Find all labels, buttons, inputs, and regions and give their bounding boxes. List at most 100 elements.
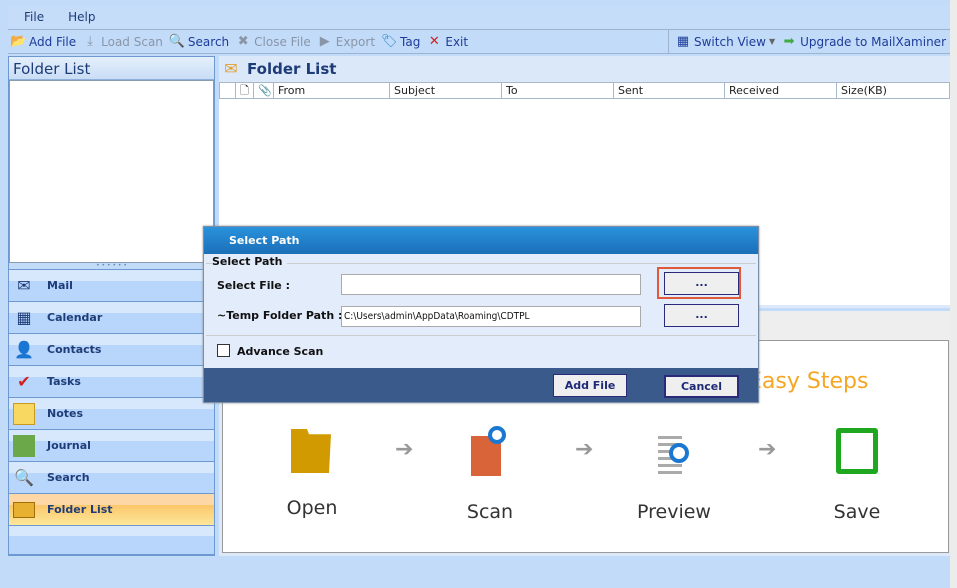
open-folder-icon: 📂: [10, 33, 27, 49]
save-disk-icon: [836, 428, 878, 474]
right-panel-header: ✉ Folder List: [219, 56, 950, 81]
advance-scan-label[interactable]: Advance Scan: [237, 345, 323, 358]
search-icon: 🔍: [14, 467, 34, 487]
checkbox-column[interactable]: [220, 83, 236, 98]
nav-empty: [9, 525, 214, 555]
close-file-button[interactable]: ✖ Close File: [235, 34, 311, 50]
select-path-dialog: Select Path Select Path Select File : ..…: [203, 226, 759, 403]
tag-icon: 🏷: [381, 33, 398, 49]
select-file-label: Select File :: [217, 279, 290, 292]
add-file-button[interactable]: 📂 Add File: [10, 34, 76, 50]
menu-bar: File Help: [8, 5, 950, 28]
nav-notes[interactable]: Notes: [9, 397, 214, 429]
col-received[interactable]: Received: [725, 83, 837, 98]
green-arrow-icon: ➡: [783, 33, 795, 49]
upgrade-label: Upgrade to MailXaminer: [800, 34, 946, 49]
step-save: Save: [833, 501, 881, 523]
menu-help[interactable]: Help: [52, 10, 103, 24]
upgrade-button[interactable]: ➡ Upgrade to MailXaminer: [781, 34, 946, 50]
mail-icon: ✉: [224, 58, 238, 78]
open-folder-icon: [291, 429, 331, 473]
left-panel-title: Folder List: [9, 57, 214, 80]
nav-label: Mail: [47, 279, 73, 292]
left-panel: Folder List • • • • • • ✉ Mail ▦ Calendar …: [8, 56, 215, 556]
search-icon: 🔍: [168, 33, 186, 49]
search-button[interactable]: 🔍 Search: [169, 34, 229, 50]
divider: [206, 335, 756, 336]
magnifier-icon: [669, 443, 689, 463]
nav-tasks[interactable]: ✔ Tasks: [9, 365, 214, 397]
step-preview: Preview: [637, 501, 711, 523]
nav-label: Notes: [47, 407, 84, 420]
steps-heading: Easy Steps: [748, 369, 869, 394]
temp-folder-label: ~Temp Folder Path :: [217, 309, 343, 322]
notes-icon: [13, 402, 35, 425]
calendar-icon: ▦: [16, 307, 32, 327]
folder-tree[interactable]: [9, 80, 214, 263]
nav-label: Tasks: [47, 375, 81, 388]
nav-label: Search: [47, 471, 90, 484]
contacts-icon: 👤: [14, 339, 34, 359]
cancel-button[interactable]: Cancel: [664, 375, 739, 398]
dialog-footer: Add File Cancel: [204, 368, 758, 402]
export-label: Export: [335, 34, 376, 49]
nav-search[interactable]: 🔍 Search: [9, 461, 214, 493]
group-label: Select Path: [212, 255, 287, 268]
add-file-label: Add File: [29, 34, 77, 49]
col-size[interactable]: Size(KB): [837, 83, 949, 98]
nav-calendar[interactable]: ▦ Calendar: [9, 301, 214, 333]
search-label: Search: [187, 34, 230, 49]
group-divider: [206, 263, 756, 264]
menu-file[interactable]: File: [8, 10, 52, 24]
export-button[interactable]: ▶ Export: [317, 34, 375, 50]
step-scan: Scan: [466, 501, 514, 523]
nav-folder-list[interactable]: Folder List: [9, 493, 214, 525]
nav-label: Folder List: [47, 503, 113, 516]
folder-icon: [13, 501, 35, 518]
tag-button[interactable]: 🏷 Tag: [381, 34, 420, 50]
magnifier-icon: [488, 426, 506, 444]
add-file-button[interactable]: Add File: [553, 374, 627, 397]
download-icon: ⤓: [87, 33, 94, 49]
nav-mail[interactable]: ✉ Mail: [9, 269, 214, 301]
tag-label: Tag: [400, 34, 421, 49]
status-bar: [8, 556, 950, 580]
col-sent[interactable]: Sent: [614, 83, 725, 98]
toolbar-right: ▦ Switch View ▼ ➡ Upgrade to MailXaminer: [668, 30, 952, 53]
grid-view-icon: ▦: [676, 33, 690, 49]
switch-view-label: Switch View: [694, 34, 766, 49]
journal-icon: [13, 434, 35, 457]
col-to[interactable]: To: [502, 83, 614, 98]
close-file-label: Close File: [254, 34, 311, 49]
load-scan-button[interactable]: ⤓ Load Scan: [82, 34, 163, 50]
arrow-right-icon: ➔: [758, 437, 777, 462]
browse-temp-button[interactable]: ...: [664, 304, 739, 327]
exit-icon: ✕: [428, 33, 440, 49]
browse-file-button[interactable]: ...: [664, 272, 739, 295]
close-file-icon: ✖: [237, 33, 249, 49]
mail-icon: ✉: [17, 275, 31, 295]
document-icon: 🗋: [236, 83, 254, 98]
attachment-icon: 📎: [254, 83, 274, 98]
arrow-right-icon: ➔: [575, 437, 594, 462]
right-panel-title: Folder List: [247, 59, 337, 78]
dialog-title: Select Path: [204, 227, 758, 254]
exit-button[interactable]: ✕ Exit: [426, 34, 468, 50]
advance-scan-checkbox[interactable]: [217, 344, 230, 357]
toolbar: 📂 Add File ⤓ Load Scan 🔍 Search ✖ Close File…: [8, 29, 950, 54]
col-subject[interactable]: Subject: [390, 83, 502, 98]
temp-folder-input[interactable]: [341, 306, 641, 327]
play-icon: ▶: [319, 33, 330, 49]
arrow-right-icon: ➔: [395, 437, 414, 462]
col-from[interactable]: From: [274, 83, 390, 98]
switch-view-button[interactable]: ▦ Switch View ▼: [675, 34, 775, 50]
nav-label: Contacts: [47, 343, 102, 356]
nav-label: Calendar: [47, 311, 103, 324]
tasks-icon: ✔: [17, 371, 31, 391]
select-file-input[interactable]: [341, 274, 641, 295]
nav-contacts[interactable]: 👤 Contacts: [9, 333, 214, 365]
column-header: 🗋 📎 From Subject To Sent Received Size(K…: [219, 82, 950, 99]
nav-journal[interactable]: Journal: [9, 429, 214, 461]
step-open: Open: [286, 497, 338, 519]
exit-label: Exit: [445, 34, 469, 49]
